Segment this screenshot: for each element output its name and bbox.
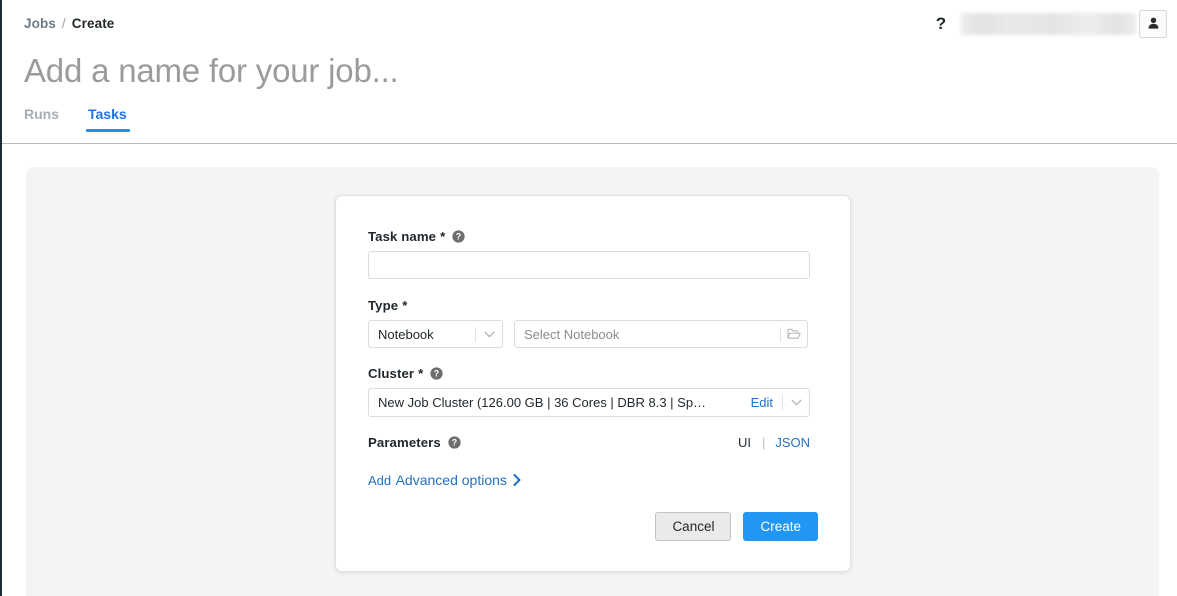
svg-text:?: ? bbox=[452, 438, 457, 448]
breadcrumb-jobs-link[interactable]: Jobs bbox=[24, 16, 56, 31]
jobs-create-page: Jobs / Create ? Add a name for your job...… bbox=[0, 0, 1177, 596]
parameters-add-link[interactable]: Add bbox=[368, 473, 391, 488]
type-label-row: Type * bbox=[368, 298, 810, 313]
task-name-required-marker: * bbox=[440, 229, 445, 244]
parameters-mode-json[interactable]: JSON bbox=[775, 435, 810, 450]
breadcrumb: Jobs / Create bbox=[24, 16, 114, 31]
parameters-help-icon[interactable]: ? bbox=[448, 436, 461, 449]
user-avatar-icon bbox=[1146, 16, 1161, 31]
cluster-select[interactable]: New Job Cluster (126.00 GB | 36 Cores | … bbox=[368, 388, 810, 417]
account-name-redacted bbox=[961, 13, 1136, 35]
cluster-label: Cluster bbox=[368, 366, 414, 381]
type-required-marker: * bbox=[402, 298, 407, 313]
parameters-header-row: Parameters ? UI | JSON bbox=[368, 435, 810, 450]
svg-text:?: ? bbox=[456, 232, 461, 242]
cluster-required-marker: * bbox=[418, 366, 423, 381]
notebook-picker-input[interactable]: Select Notebook bbox=[514, 320, 808, 348]
top-header-bar: Jobs / Create ? bbox=[2, 0, 1177, 47]
tab-tasks[interactable]: Tasks bbox=[88, 106, 127, 132]
create-button[interactable]: Create bbox=[743, 512, 818, 541]
task-name-label-row: Task name * ? bbox=[368, 229, 810, 244]
parameters-label-group: Parameters ? bbox=[368, 435, 461, 450]
task-configuration-card: Task name * ? Type * Notebook bbox=[335, 195, 851, 572]
tabs-divider bbox=[2, 143, 1177, 144]
user-avatar-button[interactable] bbox=[1139, 10, 1167, 38]
type-row: Notebook Select Notebook bbox=[368, 320, 810, 348]
tab-runs[interactable]: Runs bbox=[24, 106, 59, 132]
cluster-help-icon[interactable]: ? bbox=[430, 367, 443, 380]
notebook-picker-placeholder: Select Notebook bbox=[515, 327, 780, 342]
parameters-mode-ui[interactable]: UI bbox=[737, 435, 752, 450]
cluster-select-value: New Job Cluster (126.00 GB | 36 Cores | … bbox=[369, 395, 747, 410]
page-title[interactable]: Add a name for your job... bbox=[24, 52, 399, 90]
chevron-right-icon bbox=[513, 474, 521, 486]
chevron-down-icon bbox=[476, 321, 502, 347]
parameters-label: Parameters bbox=[368, 435, 441, 450]
parameters-mode-toggle: UI | JSON bbox=[737, 435, 810, 450]
cluster-edit-link[interactable]: Edit bbox=[747, 395, 782, 410]
advanced-options-label: Advanced options bbox=[396, 472, 507, 488]
breadcrumb-current: Create bbox=[72, 16, 115, 31]
svg-text:?: ? bbox=[434, 369, 439, 379]
breadcrumb-separator: / bbox=[62, 16, 66, 31]
type-select[interactable]: Notebook bbox=[368, 320, 503, 348]
card-action-buttons: Cancel Create bbox=[655, 512, 818, 541]
type-label: Type bbox=[368, 298, 398, 313]
parameters-mode-separator: | bbox=[762, 435, 765, 450]
folder-open-icon[interactable] bbox=[781, 321, 807, 347]
advanced-options-link[interactable]: Advanced options bbox=[396, 472, 521, 488]
cancel-button[interactable]: Cancel bbox=[655, 512, 731, 541]
type-select-value: Notebook bbox=[369, 327, 475, 342]
task-name-input[interactable] bbox=[368, 251, 810, 279]
task-name-help-icon[interactable]: ? bbox=[452, 230, 465, 243]
cluster-label-row: Cluster * ? bbox=[368, 366, 810, 381]
page-tabs: Runs Tasks bbox=[24, 106, 156, 132]
header-right-cluster: ? bbox=[928, 0, 1177, 47]
task-form: Task name * ? Type * Notebook bbox=[368, 229, 810, 490]
chevron-down-icon bbox=[783, 389, 809, 416]
task-name-label: Task name bbox=[368, 229, 436, 244]
help-icon[interactable]: ? bbox=[928, 11, 954, 37]
